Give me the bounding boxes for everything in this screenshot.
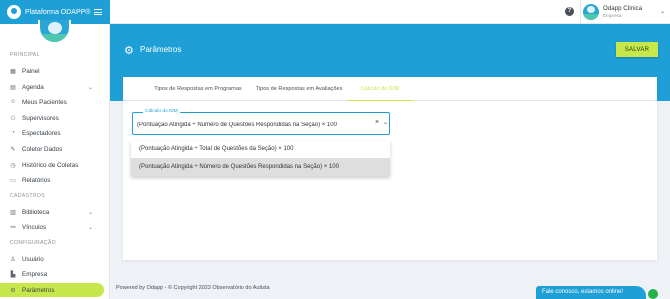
online-status-icon [648, 289, 658, 299]
sidebar-item-label: Agenda [22, 83, 44, 91]
sidebar-item-coletor-dados[interactable]: ✎ Coletor Dados [0, 142, 105, 156]
brand-name: Plataforma ODAPP® [25, 8, 91, 16]
sidebar-item-espectadores[interactable]: ◔ Espectadores [0, 126, 105, 140]
sidebar-item-label: Relatórios [22, 176, 51, 184]
idm-select-label: Cálculo do IDM [143, 109, 180, 114]
topbar: ? Odapp Clínica Empresa ⌄ [110, 0, 670, 24]
section-title-principal: PRINCIPAL [10, 52, 40, 58]
idm-select[interactable]: Cálculo do IDM × ⌄ [132, 109, 390, 135]
pencil-icon: ✎ [10, 146, 16, 153]
chevron-down-icon: ⌄ [87, 209, 93, 216]
chat-widget-button[interactable]: Fale conosco, estamos online! [536, 286, 646, 299]
sidebar-item-supervisores[interactable]: ⚇ Supervisores [0, 111, 105, 125]
tab-calculo-idm[interactable]: Cálculo do IDM [347, 77, 413, 101]
list-item[interactable]: (Pontuação Atingida ÷ Número de Questões… [131, 158, 390, 176]
gear-icon: ⚙ [10, 287, 16, 294]
section-title-cadastros: CADASTROS [10, 193, 45, 199]
patients-icon: ☺ [9, 99, 17, 105]
supervisors-icon: ⚇ [10, 115, 16, 122]
library-icon: ▥ [10, 209, 16, 216]
sidebar-item-label: Vínculos [22, 223, 47, 231]
sidebar-item-label: Histórico de Coletas [22, 161, 79, 169]
save-button[interactable]: SALVAR [616, 42, 658, 57]
brand-logo-icon [7, 5, 21, 19]
sidebar-item-biblioteca[interactable]: ▥ Biblioteca ⌄ [0, 205, 105, 219]
avatar[interactable] [583, 4, 599, 20]
idm-options-list: (Pontuação Atingida ÷ Total de Questões … [131, 140, 390, 176]
calendar-icon: ▤ [10, 84, 16, 91]
gear-icon: ⚙ [124, 45, 134, 57]
sidebar-item-label: Biblioteca [22, 208, 50, 216]
sidebar-item-painel[interactable]: ▦ Painel [0, 64, 105, 78]
chevron-down-icon[interactable]: ⌄ [383, 119, 388, 126]
sidebar-avatar [38, 20, 71, 44]
spectators-icon: ◔ [11, 130, 15, 136]
help-icon[interactable]: ? [565, 7, 574, 16]
sidebar-item-label: Painel [22, 67, 40, 75]
sidebar-item-label: Supervisores [22, 114, 59, 122]
company-icon: ▙ [10, 271, 16, 278]
user-role: Empresa [603, 13, 622, 18]
list-item[interactable]: (Pontuação Atingida ÷ Total de Questões … [131, 140, 390, 158]
clear-icon[interactable]: × [375, 119, 379, 126]
tab-bar: Tipos de Respostas em Programas Tipos de… [123, 77, 657, 101]
sidebar-item-usuario[interactable]: ♙ Usuário [0, 252, 105, 266]
divider [580, 0, 581, 24]
idm-input[interactable] [137, 120, 369, 129]
user-icon: ♙ [10, 256, 16, 263]
chevron-down-icon[interactable]: ⌄ [660, 8, 665, 15]
sidebar-item-label: Meus Pacientes [22, 98, 67, 106]
history-icon: ◷ [10, 162, 16, 169]
footer-text: Powered by Odapp - © Copyright 2023 Obse… [116, 285, 270, 291]
reports-icon: ▭ [10, 177, 16, 184]
dashboard-icon: ▦ [10, 68, 16, 75]
link-icon: ⚯ [10, 224, 16, 231]
sidebar-item-vinculos[interactable]: ⚯ Vínculos ⌄ [0, 220, 105, 234]
sidebar-item-label: Coletor Dados [22, 145, 63, 153]
sidebar-item-label: Empresa [22, 270, 48, 278]
chevron-down-icon: ⌄ [87, 84, 93, 91]
sidebar-item-label: Parâmetros [22, 286, 55, 294]
sidebar-item-parametros[interactable]: ⚙ Parâmetros [0, 283, 104, 297]
tab-respostas-avaliacoes[interactable]: Tipos de Respostas em Avaliações [253, 77, 345, 101]
sidebar-item-label: Espectadores [22, 129, 61, 137]
sidebar-item-label: Usuário [22, 255, 44, 263]
sidebar-item-meus-pacientes[interactable]: ☺ Meus Pacientes [0, 95, 105, 109]
sidebar-item-empresa[interactable]: ▙ Empresa [0, 267, 105, 281]
sidebar-item-relatorios[interactable]: ▭ Relatórios [0, 173, 105, 187]
sidebar: Plataforma ODAPP® PRINCIPAL ▦ Painel ▤ A… [0, 0, 110, 299]
page-title: Parâmetros [140, 45, 182, 54]
section-title-configuracao: CONFIGURAÇÃO [10, 240, 56, 246]
sidebar-item-agenda[interactable]: ▤ Agenda ⌄ [0, 80, 105, 94]
tab-respostas-programas[interactable]: Tipos de Respostas em Programas [153, 77, 243, 101]
user-name[interactable]: Odapp Clínica [603, 5, 642, 12]
hamburger-menu-icon[interactable] [94, 9, 102, 15]
chevron-down-icon: ⌄ [87, 224, 93, 231]
sidebar-item-historico-coletas[interactable]: ◷ Histórico de Coletas [0, 158, 105, 172]
